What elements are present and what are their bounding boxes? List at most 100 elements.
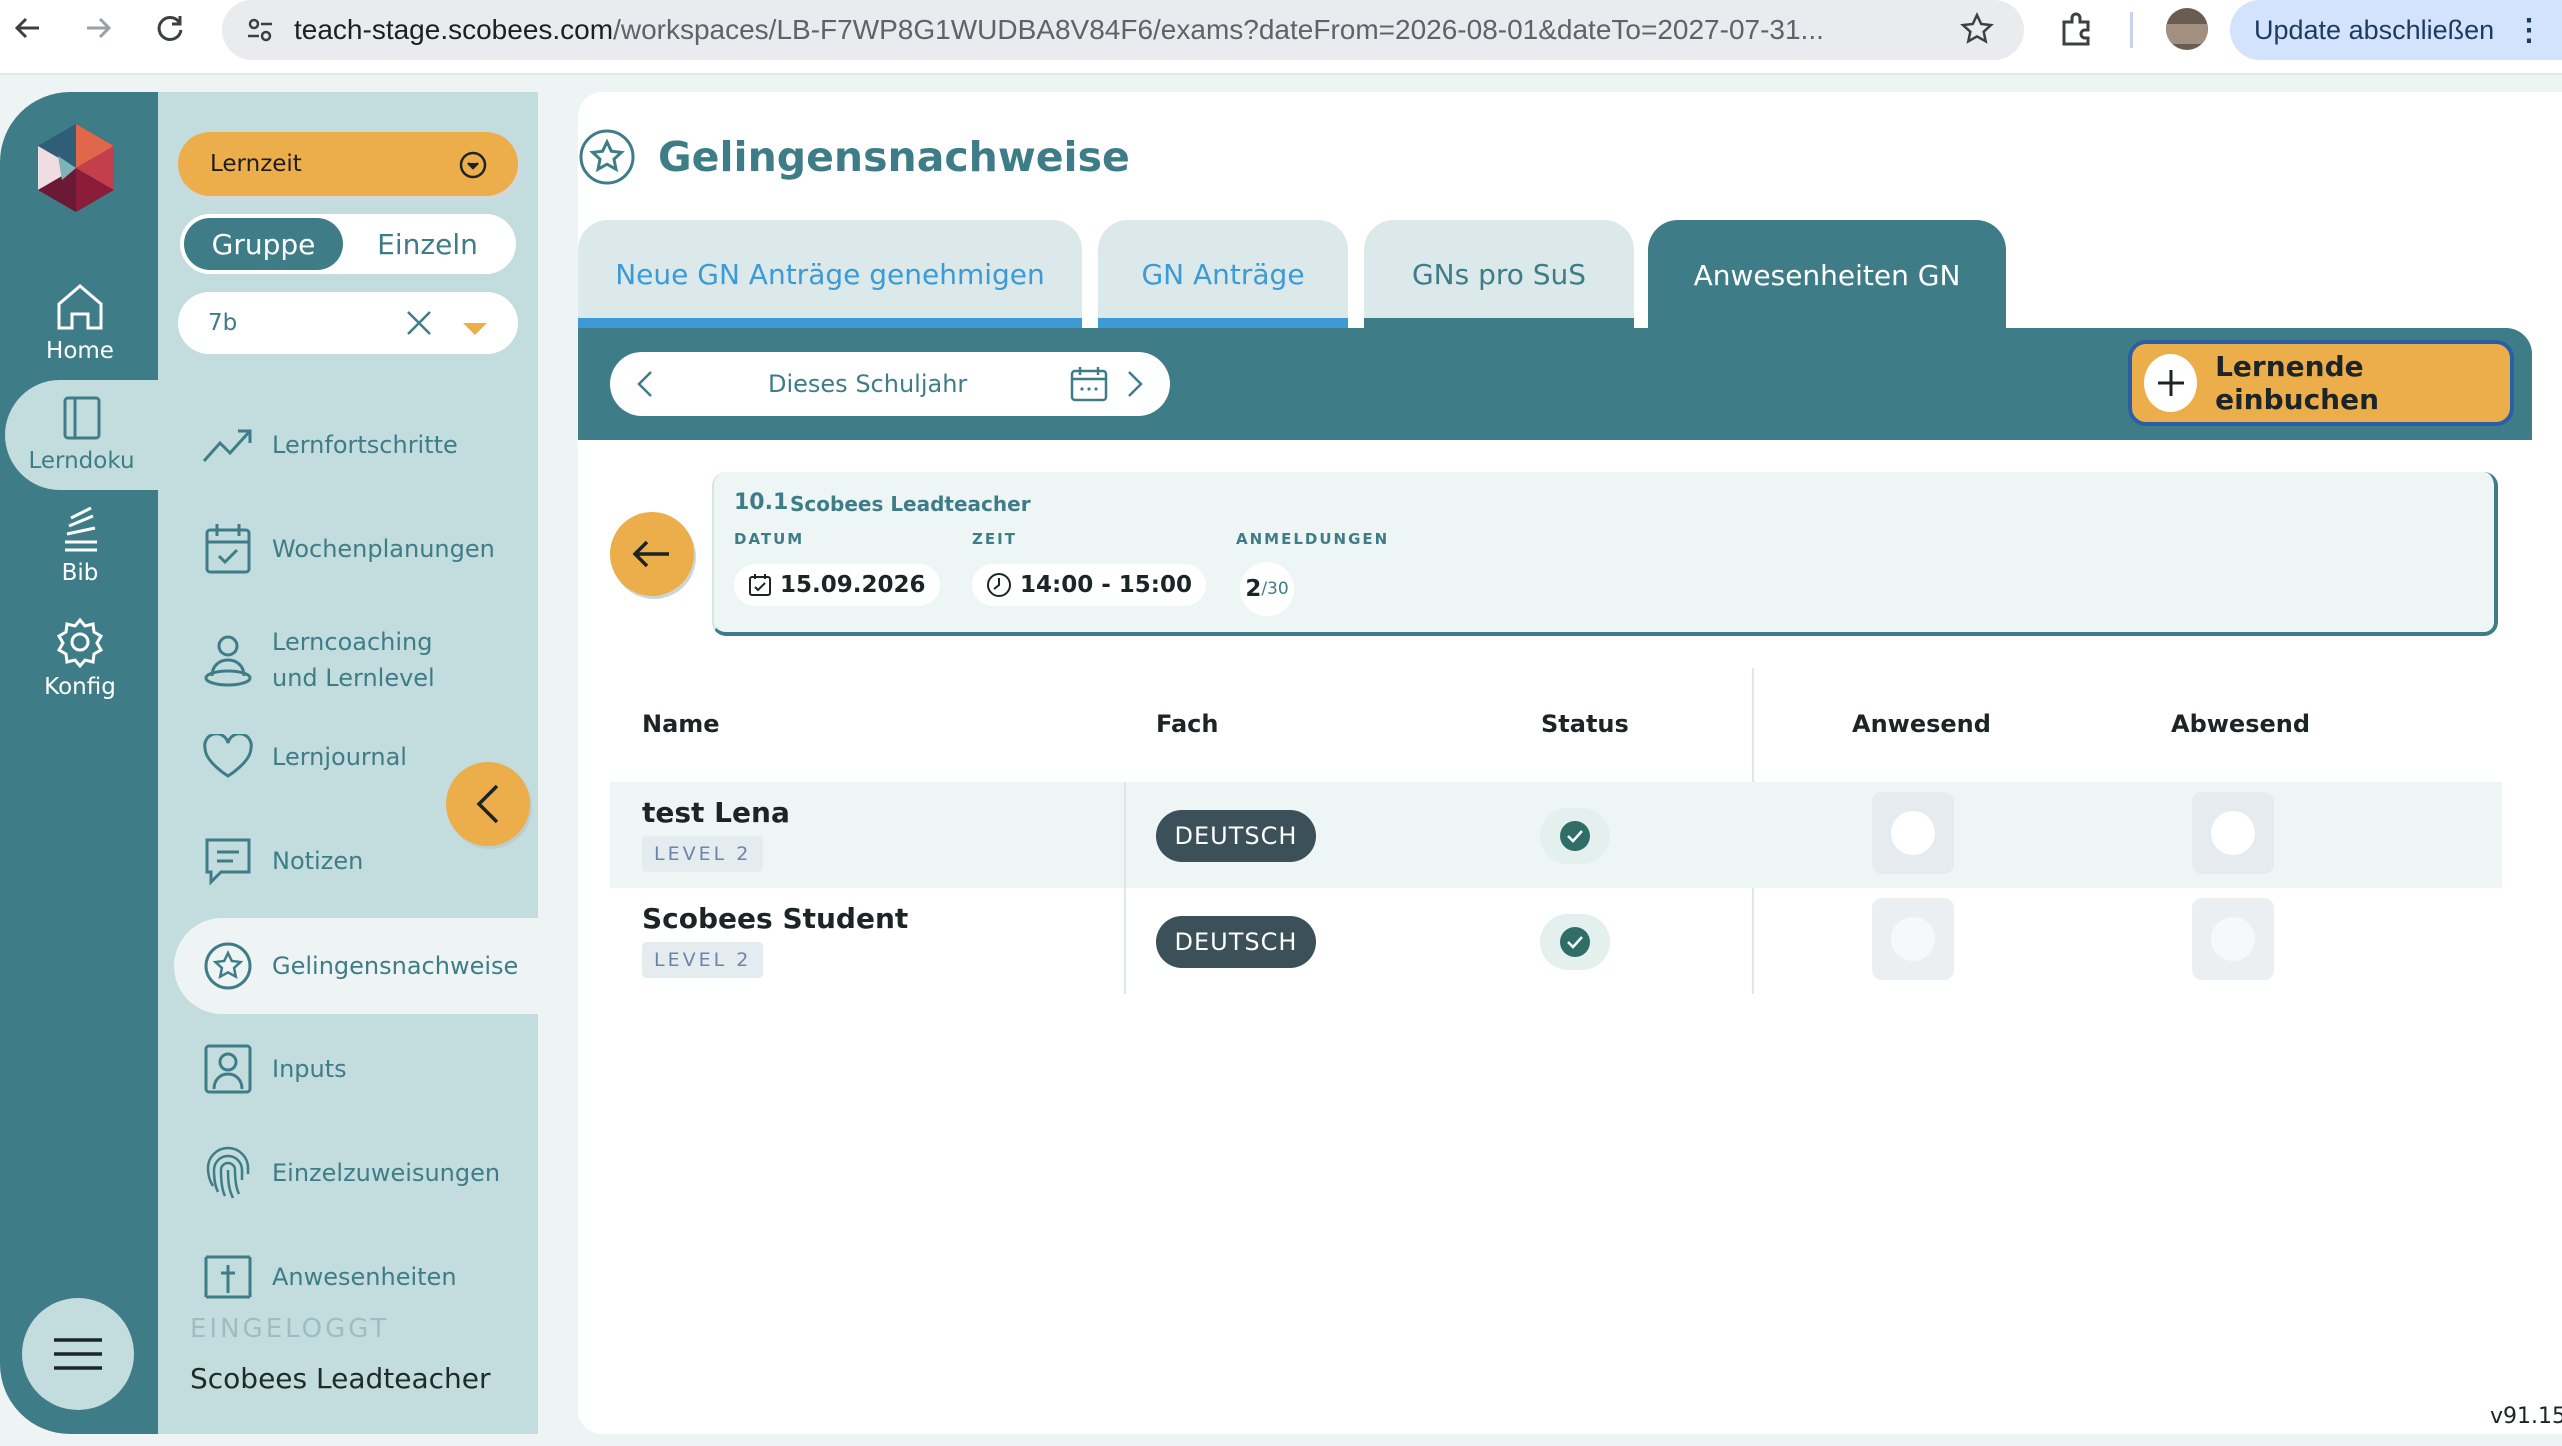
rail-konfig[interactable]: Konfig [0,616,160,700]
class-select-value: 7b [208,310,238,336]
exam-capacity: /30 [1261,579,1289,599]
col-header-name: Name [642,710,720,738]
chevron-left-icon[interactable] [636,370,654,402]
table-row: test Lena LEVEL 2 DEUTSCH [610,782,2502,888]
menu-anwesenheiten[interactable]: Anwesenheiten [200,1242,530,1312]
mode-select-value: Lernzeit [210,151,302,177]
update-button[interactable]: Update abschließen ⋮ [2230,0,2562,60]
radio-dot [2211,917,2255,961]
calendar-icon[interactable] [1070,366,1108,406]
tab-anwesenheiten-gn[interactable]: Anwesenheiten GN [1648,220,2006,330]
book-learners-label: Lernende einbuchen [2215,350,2380,416]
menu-lernfortschritte-label: Lernfortschritte [272,431,458,459]
update-button-label: Update abschließen [2254,14,2495,45]
tab-underline [1098,318,1348,328]
col-header-absent: Abwesend [2171,710,2311,738]
person-frame-icon [200,1041,256,1097]
profile-avatar[interactable] [2166,8,2208,50]
main-menu-button[interactable] [22,1298,134,1410]
main-gutter [540,92,578,1434]
bookmark-star-icon[interactable] [1960,12,1994,50]
back-button[interactable] [610,512,694,596]
present-radio[interactable] [1872,898,1954,980]
absent-radio[interactable] [2192,898,2274,980]
rail-home-label: Home [46,338,114,364]
level-badge: LEVEL 2 [642,836,764,872]
rail-konfig-label: Konfig [44,674,116,700]
book-learners-button[interactable]: Lernende einbuchen [2128,340,2514,426]
notebook-icon [63,396,100,440]
app-version: v91.15 [2490,1404,2562,1429]
radio-dot [1891,811,1935,855]
menu-notizen[interactable]: Notizen [200,826,530,896]
menu-lernjournal-label: Lernjournal [272,743,407,771]
back-arrow-icon[interactable] [10,10,46,46]
cell-divider [1124,888,1126,994]
table-row: Scobees Student LEVEL 2 DEUTSCH [610,888,2502,994]
gear-icon [56,617,104,669]
clear-icon[interactable] [404,308,434,344]
tab-gns-pro-sus[interactable]: GNs pro SuS [1364,220,1634,328]
tab-anwesenheiten-gn-label: Anwesenheiten GN [1693,258,1961,292]
tab-gns-pro-sus-label: GNs pro SuS [1411,257,1587,291]
rail-home[interactable]: Home [0,282,160,364]
more-menu-icon[interactable]: ⋮ [2514,13,2544,48]
menu-lernfortschritte[interactable]: Lernfortschritte [200,410,530,480]
toggle-group-option[interactable]: Gruppe [184,218,344,270]
exam-date-chip: 15.09.2026 [734,564,940,606]
exam-time-chip: 14:00 - 15:00 [972,564,1206,606]
chevron-right-icon[interactable] [1126,370,1144,402]
menu-wochenplanungen[interactable]: Wochenplanungen [200,514,530,584]
tab-neue-gn-antraege[interactable]: Neue GN Anträge genehmigen [578,220,1082,328]
attendance-icon [200,1249,256,1305]
star-badge-icon [200,938,256,994]
menu-gelingensnachweise-label: Gelingensnachweise [272,952,519,980]
period-selector: Dieses Schuljahr [610,352,1170,416]
exam-registered-count: 2 [1245,576,1262,602]
reload-icon[interactable] [152,10,188,46]
address-bar[interactable]: teach-stage.scobees.com/workspaces/LB-F7… [222,0,2024,60]
tab-gn-antraege[interactable]: GN Anträge [1098,220,1348,328]
fingerprint-icon [200,1145,256,1201]
subject-badge: DEUTSCH [1156,916,1316,968]
col-header-status: Status [1541,710,1629,738]
coaching-icon [200,632,256,688]
class-select[interactable]: 7b [178,292,518,354]
url-text: teach-stage.scobees.com/workspaces/LB-F7… [294,14,1824,45]
page-star-badge-icon [578,128,636,186]
status-check-icon [1540,914,1610,970]
period-label[interactable]: Dieses Schuljahr [768,370,967,398]
absent-radio[interactable] [2192,792,2274,874]
present-radio[interactable] [1872,792,1954,874]
status-check-icon [1540,808,1610,864]
chevron-left-icon [476,784,499,824]
library-icon [65,506,97,552]
tab-underline [1364,318,1634,328]
exam-card: 10.1 Scobees Leadteacher DATUM ZEIT ANME… [712,472,2498,636]
menu-gelingensnachweise[interactable]: Gelingensnachweise [174,918,538,1014]
menu-lerncoaching[interactable]: Lerncoaching und Lernlevel [200,616,530,704]
extensions-icon[interactable] [2058,10,2096,52]
exam-registrations-label: ANMELDUNGEN [1236,530,1390,548]
site-settings-icon[interactable] [242,12,278,48]
radio-dot [2211,811,2255,855]
rail-bib[interactable]: Bib [0,504,160,586]
exam-teacher: Scobees Leadteacher [790,492,1031,516]
scobees-logo[interactable] [28,120,124,216]
logged-in-user: Scobees Leadteacher [190,1362,491,1395]
mode-select[interactable]: Lernzeit [178,132,518,196]
menu-einzelzuweisungen[interactable]: Einzelzuweisungen [200,1138,530,1208]
plus-icon [2144,354,2198,412]
exam-time-label: ZEIT [972,530,1017,548]
note-icon [200,833,256,889]
dropdown-triangle-icon[interactable] [462,316,488,342]
subject-badge: DEUTSCH [1156,810,1316,862]
exam-time: 14:00 - 15:00 [1020,572,1192,598]
rail-lerndoku[interactable]: Lerndoku [5,380,158,490]
calendar-check-icon [748,573,772,597]
toggle-single-option[interactable]: Einzeln [343,218,512,270]
menu-inputs[interactable]: Inputs [200,1034,530,1104]
rail-bib-label: Bib [61,560,99,586]
hamburger-icon [54,1338,102,1370]
forward-arrow-icon[interactable] [80,10,116,46]
